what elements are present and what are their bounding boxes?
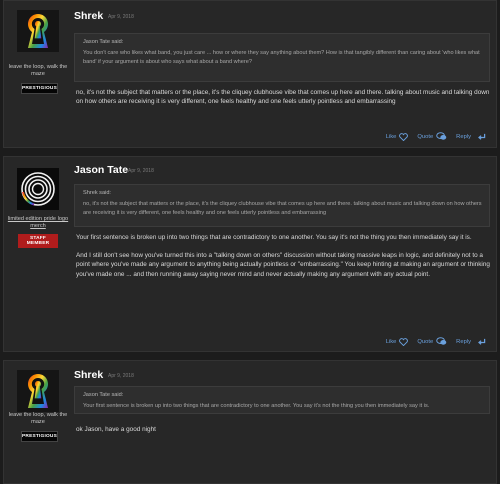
- like-label: Like: [385, 133, 397, 140]
- keyhole-avatar-icon: [17, 370, 59, 412]
- author-name[interactable]: Jason Tate: [74, 164, 128, 176]
- user-title: leave the loop, walk the maze: [8, 412, 68, 425]
- post-date[interactable]: Apr 9, 2018: [128, 168, 154, 174]
- quote-body: You don't care who likes what band, you …: [83, 50, 480, 65]
- avatar[interactable]: [17, 370, 59, 412]
- reply-label: Reply: [456, 338, 471, 345]
- quote-block: Jason Tate said: Your first sentence is …: [74, 386, 490, 414]
- rings-avatar-icon: [17, 168, 59, 210]
- reply-button[interactable]: Reply: [456, 338, 486, 346]
- reply-label: Reply: [456, 133, 471, 140]
- quote-button[interactable]: Quote: [417, 132, 447, 141]
- staff-badge: STAFF MEMBER: [18, 234, 58, 248]
- quote-label: Quote: [417, 133, 434, 140]
- reply-arrow-icon: [478, 338, 486, 345]
- quote-header[interactable]: Shrek said:: [83, 190, 483, 196]
- quote-block: Shrek said: no, it's not the subject tha…: [74, 184, 490, 227]
- quote-body: Your first sentence is broken up into tw…: [83, 403, 430, 409]
- prestigious-badge: PRESTIGIOUS: [21, 431, 58, 442]
- quote-header[interactable]: Jason Tate said:: [83, 392, 483, 398]
- post: limited edition pride logo merch STAFF M…: [3, 156, 497, 352]
- message-paragraph: ok Jason, have a good night: [76, 426, 156, 433]
- message-paragraph: no, it's not the subject that matters or…: [76, 89, 490, 106]
- post-actions: Like Quote Reply: [377, 337, 486, 346]
- reply-button[interactable]: Reply: [456, 133, 486, 141]
- post: leave the loop, walk the maze PRESTIGIOU…: [3, 0, 497, 148]
- post-date[interactable]: Apr 9, 2018: [108, 14, 134, 20]
- keyhole-avatar-icon: [17, 10, 59, 52]
- message-body: Your first sentence is broken up into tw…: [76, 233, 490, 288]
- message-paragraph: Your first sentence is broken up into tw…: [76, 234, 472, 241]
- heart-icon: [399, 337, 409, 346]
- like-button[interactable]: Like: [385, 337, 409, 346]
- author-name[interactable]: Shrek: [74, 10, 103, 22]
- quote-body: no, it's not the subject that matters or…: [83, 201, 482, 216]
- author-name[interactable]: Shrek: [74, 369, 103, 381]
- quote-block: Jason Tate said: You don't care who like…: [74, 33, 490, 82]
- post-actions: Like Quote Reply: [377, 132, 486, 141]
- post-date[interactable]: Apr 9, 2018: [108, 373, 134, 379]
- like-button[interactable]: Like: [385, 132, 409, 141]
- user-title-link[interactable]: limited edition pride logo merch: [7, 216, 69, 229]
- post: leave the loop, walk the maze PRESTIGIOU…: [3, 360, 497, 484]
- like-label: Like: [385, 338, 397, 345]
- avatar[interactable]: [17, 10, 59, 52]
- quote-label: Quote: [417, 338, 434, 345]
- user-title: leave the loop, walk the maze: [8, 64, 68, 77]
- heart-icon: [399, 132, 409, 141]
- prestigious-badge: PRESTIGIOUS: [21, 83, 58, 94]
- quote-header[interactable]: Jason Tate said:: [83, 39, 483, 45]
- message-body: no, it's not the subject that matters or…: [76, 88, 490, 115]
- quote-button[interactable]: Quote: [417, 337, 447, 346]
- reply-arrow-icon: [478, 133, 486, 140]
- quote-bubble-icon: [436, 132, 447, 140]
- quote-bubble-icon: [436, 337, 447, 345]
- message-paragraph: And I still don't see how you've turned …: [76, 252, 490, 278]
- avatar[interactable]: [17, 168, 59, 210]
- message-body: ok Jason, have a good night: [76, 425, 490, 443]
